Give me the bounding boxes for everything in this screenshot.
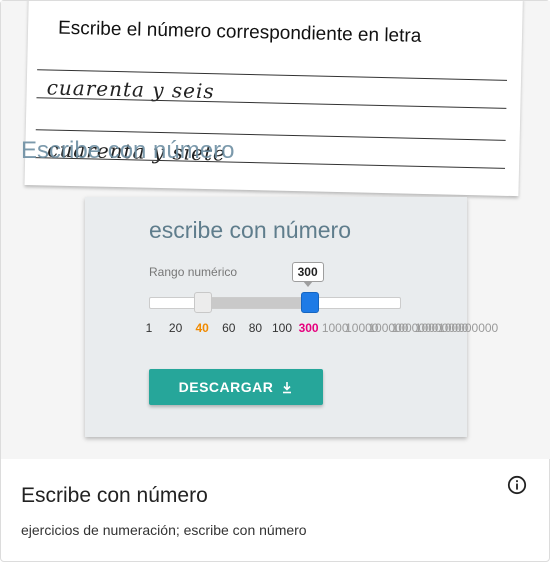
number-range-widget: escribe con número Rango numérico 300 1 2… [85, 197, 499, 437]
resource-card: Escribe el número correspondiente en let… [0, 0, 550, 562]
writing-line [36, 97, 507, 109]
overlay-title: Escribe con número [21, 137, 235, 164]
resource-title: Escribe con número [21, 484, 208, 507]
widget-heading: escribe con número [149, 217, 351, 243]
slider-tick-label: 100000000 [438, 321, 499, 335]
slider-selected-range [203, 298, 310, 308]
download-button[interactable]: DESCARGAR [149, 369, 323, 405]
slider-handle-min[interactable] [194, 292, 213, 313]
slider-tick-label: 60 [222, 321, 236, 335]
worksheet-title: Escribe el número correspondiente en let… [57, 17, 422, 47]
range-label: Rango numérico [149, 265, 238, 279]
range-slider[interactable] [149, 292, 401, 313]
slider-tick-label: 300 [298, 321, 319, 335]
download-label: DESCARGAR [178, 379, 274, 395]
worksheet-image: Escribe el número correspondiente en let… [24, 1, 523, 197]
slider-value-tooltip: 300 [291, 262, 324, 287]
slider-handle-max[interactable] [300, 292, 319, 313]
download-arrow-icon [283, 381, 292, 393]
slider-tick-labels: 1 20 40 60 80 100 300 1000 10000 100000 1000000 100… [85, 321, 499, 337]
info-icon[interactable] [507, 475, 527, 495]
slider-tick-label: 80 [248, 321, 263, 335]
slider-tick-label: 1 [145, 321, 153, 335]
slider-tick-label: 40 [195, 321, 209, 335]
resource-description: ejercicios de numeración; escribe con nú… [21, 522, 307, 538]
slider-tick-label: 100 [271, 321, 293, 335]
preview-area: Escribe el número correspondiente en let… [1, 1, 550, 459]
slider-tick-label: 20 [168, 321, 183, 335]
